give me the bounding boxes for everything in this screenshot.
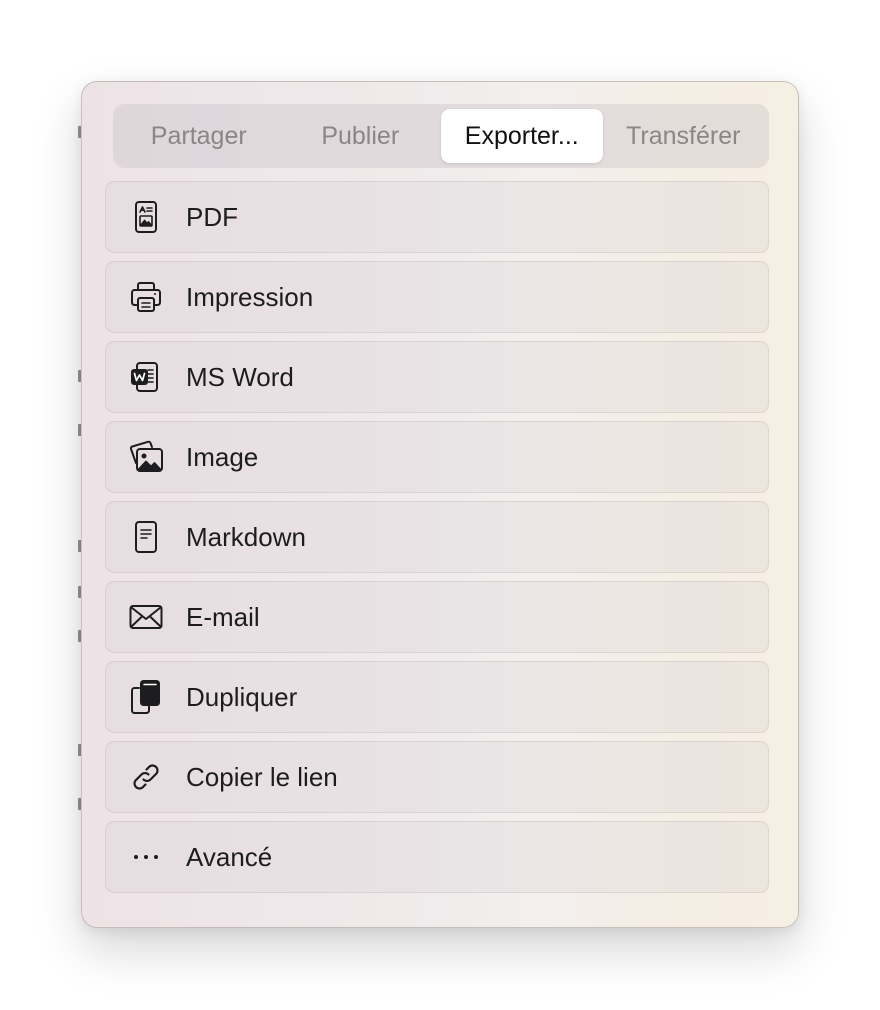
ellipsis-icon — [126, 837, 166, 877]
printer-icon — [126, 277, 166, 317]
link-icon — [126, 757, 166, 797]
ms-word-icon — [126, 357, 166, 397]
export-options-list: PDF Impression MS Word Image Markdown E-… — [105, 181, 769, 901]
segmented-tab-bar: Partager Publier Exporter... Transférer — [113, 104, 769, 168]
export-markdown-label: Markdown — [186, 521, 306, 552]
duplicate-icon — [126, 677, 166, 717]
tab-publier[interactable]: Publier — [280, 109, 442, 163]
advanced-button[interactable]: Avancé — [105, 821, 769, 893]
export-image-label: Image — [186, 441, 259, 472]
export-email-label: E-mail — [186, 601, 260, 632]
screen: Partager Publier Exporter... Transférer … — [0, 0, 880, 1010]
tab-partager[interactable]: Partager — [118, 109, 280, 163]
tab-transferer[interactable]: Transférer — [603, 109, 765, 163]
document-icon — [126, 517, 166, 557]
export-popover: Partager Publier Exporter... Transférer … — [81, 81, 799, 928]
advanced-label: Avancé — [186, 841, 273, 872]
envelope-icon — [126, 597, 166, 637]
duplicate-label: Dupliquer — [186, 681, 298, 712]
tab-exporter[interactable]: Exporter... — [441, 109, 603, 163]
export-word-button[interactable]: MS Word — [105, 341, 769, 413]
export-email-button[interactable]: E-mail — [105, 581, 769, 653]
pdf-icon — [126, 197, 166, 237]
export-print-button[interactable]: Impression — [105, 261, 769, 333]
export-word-label: MS Word — [186, 361, 294, 392]
copy-link-label: Copier le lien — [186, 761, 338, 792]
export-pdf-button[interactable]: PDF — [105, 181, 769, 253]
export-image-button[interactable]: Image — [105, 421, 769, 493]
duplicate-button[interactable]: Dupliquer — [105, 661, 769, 733]
copy-link-button[interactable]: Copier le lien — [105, 741, 769, 813]
export-pdf-label: PDF — [186, 201, 238, 232]
photos-icon — [126, 437, 166, 477]
export-print-label: Impression — [186, 281, 314, 312]
export-markdown-button[interactable]: Markdown — [105, 501, 769, 573]
